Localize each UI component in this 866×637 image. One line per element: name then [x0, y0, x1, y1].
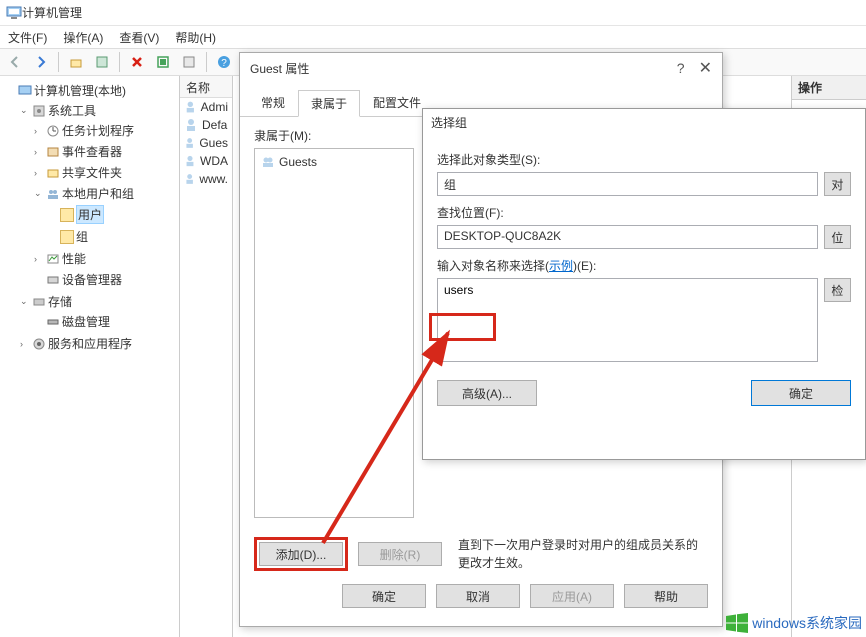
menu-file[interactable]: 文件(F) [8, 29, 47, 46]
refresh-button[interactable] [152, 51, 174, 73]
main-title: 计算机管理 [22, 4, 82, 21]
tree-groups[interactable]: 组 [46, 227, 175, 246]
main-titlebar: 计算机管理 [0, 0, 866, 26]
object-type-input: 组 [437, 172, 818, 196]
advanced-button[interactable]: 高级(A)... [437, 380, 537, 406]
examples-link[interactable]: 示例 [549, 259, 573, 273]
help-button[interactable]: ? [213, 51, 235, 73]
guest-dialog-title: Guest 属性 [250, 60, 309, 77]
remove-button: 删除(R) [358, 542, 442, 566]
add-button[interactable]: 添加(D)... [259, 542, 343, 566]
tree-tasksched[interactable]: ›任务计划程序 [32, 121, 175, 140]
tree-systools[interactable]: ⌄系统工具 [18, 101, 175, 120]
list-pane: 名称 Admi Defa Gues WDA www. [180, 76, 233, 637]
help-button[interactable]: 帮助 [624, 584, 708, 608]
menubar: 文件(F) 操作(A) 查看(V) 帮助(H) [0, 26, 866, 48]
svg-text:?: ? [221, 58, 227, 69]
select-dialog-title: 选择组 [431, 114, 467, 131]
group-icon [261, 155, 275, 169]
forward-button[interactable] [30, 51, 52, 73]
list-header-name[interactable]: 名称 [180, 76, 232, 98]
locations-button[interactable]: 位 [824, 225, 851, 249]
names-label: 输入对象名称来选择(示例)(E): [437, 257, 851, 274]
tree-devmgr[interactable]: 设备管理器 [32, 270, 175, 289]
object-names-input[interactable] [437, 278, 818, 362]
list-item[interactable]: www. [180, 170, 232, 188]
member-item[interactable]: Guests [259, 153, 409, 171]
object-type-label: 选择此对象类型(S): [437, 151, 851, 168]
list-item[interactable]: Defa [180, 116, 232, 134]
export-button[interactable] [178, 51, 200, 73]
location-label: 查找位置(F): [437, 204, 851, 221]
tree-users[interactable]: 用户 [46, 204, 175, 225]
delete-button[interactable] [126, 51, 148, 73]
windows-logo-icon [726, 613, 748, 633]
ok-button[interactable]: 确定 [751, 380, 851, 406]
up-button[interactable] [65, 51, 87, 73]
tree-lusrmgr[interactable]: ⌄本地用户和组 [32, 184, 175, 203]
tree-shared[interactable]: ›共享文件夹 [32, 163, 175, 182]
cancel-button[interactable]: 取消 [436, 584, 520, 608]
tree-storage[interactable]: ⌄存储 [18, 292, 175, 311]
tree-root[interactable]: 计算机管理(本地) [4, 81, 175, 100]
ok-button[interactable]: 确定 [342, 584, 426, 608]
tree-view[interactable]: 计算机管理(本地) ⌄系统工具 ›任务计划程序 ›事件查看器 ›共享文件夹 ⌄本… [0, 76, 180, 637]
apply-button: 应用(A) [530, 584, 614, 608]
properties-button[interactable] [91, 51, 113, 73]
menu-view[interactable]: 查看(V) [119, 29, 159, 46]
object-types-button[interactable]: 对 [824, 172, 851, 196]
tree-diskmgr[interactable]: 磁盘管理 [32, 312, 175, 331]
watermark: windows系统家园 [726, 613, 862, 633]
menu-help[interactable]: 帮助(H) [175, 29, 216, 46]
actions-header: 操作 [792, 76, 866, 100]
tree-perf[interactable]: ›性能 [32, 249, 175, 268]
select-groups-dialog: 选择组 选择此对象类型(S): 组 对 查找位置(F): DESKTOP-QUC… [422, 108, 866, 460]
check-names-button[interactable]: 检 [824, 278, 851, 302]
back-button[interactable] [4, 51, 26, 73]
tab-general[interactable]: 常规 [248, 89, 298, 116]
location-input: DESKTOP-QUC8A2K [437, 225, 818, 249]
list-item[interactable]: Gues [180, 134, 232, 152]
tree-services[interactable]: ›服务和应用程序 [18, 334, 175, 353]
menu-action[interactable]: 操作(A) [63, 29, 103, 46]
tab-memberof[interactable]: 隶属于 [298, 90, 360, 117]
memberof-list[interactable]: Guests [254, 148, 414, 518]
close-icon[interactable]: ✕ [699, 58, 712, 78]
computer-icon [6, 5, 22, 21]
tree-eventvwr[interactable]: ›事件查看器 [32, 142, 175, 161]
dialog-help-icon[interactable]: ? [677, 60, 685, 76]
note-text: 直到下一次用户登录时对用户的组成员关系的更改才生效。 [458, 536, 708, 572]
list-item[interactable]: WDA [180, 152, 232, 170]
list-item[interactable]: Admi [180, 98, 232, 116]
